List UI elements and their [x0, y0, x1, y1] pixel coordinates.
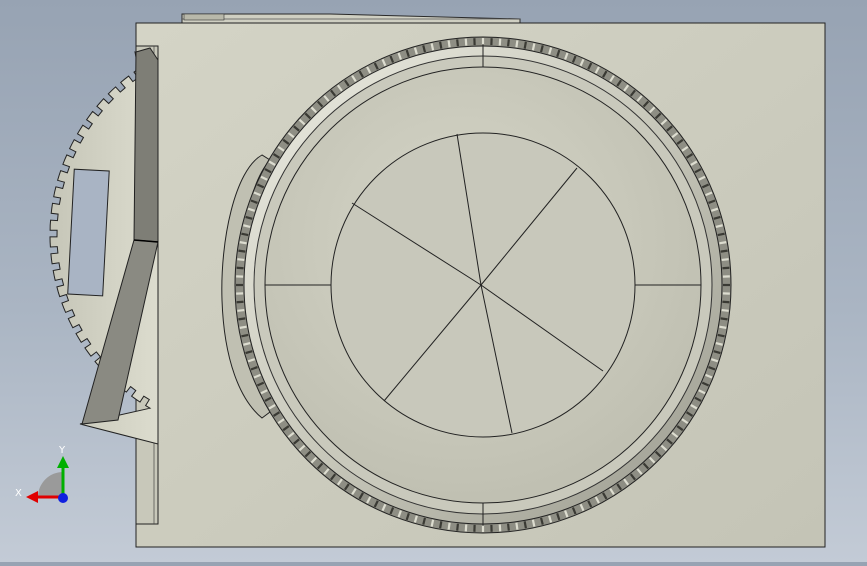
dial-tooth [440, 42, 441, 49]
dial-tooth [238, 251, 245, 252]
triad-x-label: X [15, 488, 22, 499]
dial-tooth [508, 39, 509, 46]
dial-tooth [457, 39, 458, 46]
dial-tooth [508, 524, 509, 531]
dial-tooth [718, 234, 725, 235]
gear-sector [50, 48, 158, 444]
dial-tooth [240, 242, 247, 243]
triad-plane [38, 472, 63, 497]
dial-tooth [516, 523, 517, 530]
sector-slot [68, 169, 109, 296]
top-part-edge [182, 14, 520, 23]
dial-tooth [238, 318, 245, 319]
dial-tooth [533, 43, 534, 50]
dial-tooth [237, 310, 244, 311]
dial-tooth [449, 523, 450, 530]
dial-tooth [432, 43, 433, 50]
triad-y-label: Y [58, 445, 66, 456]
dial-tooth [721, 318, 728, 319]
dial-tooth [722, 310, 729, 311]
dial-tooth [241, 335, 248, 336]
coordinate-triad: Y X [15, 445, 69, 503]
dial-tooth [719, 242, 726, 243]
dial-tooth [237, 259, 244, 260]
dial-tooth [525, 521, 526, 528]
dial-tooth [457, 524, 458, 531]
dial-tooth [449, 40, 450, 47]
dial-tooth [241, 234, 248, 235]
dial-tooth [719, 327, 726, 328]
sector-upper-flange [134, 48, 158, 242]
dial-tooth [718, 335, 725, 336]
dial-tooth [722, 259, 729, 260]
dial-tooth [440, 521, 441, 528]
cad-viewport[interactable]: Y X [0, 0, 867, 562]
dial-tooth [525, 42, 526, 49]
dial-tooth [721, 251, 728, 252]
dial-tooth [240, 327, 247, 328]
model-view[interactable]: Y X [0, 0, 867, 562]
dial-center-disc [331, 133, 635, 437]
rotary-dial[interactable] [235, 37, 731, 533]
dial-tooth [516, 40, 517, 47]
dial-tooth [533, 520, 534, 527]
dial-tooth [432, 520, 433, 527]
